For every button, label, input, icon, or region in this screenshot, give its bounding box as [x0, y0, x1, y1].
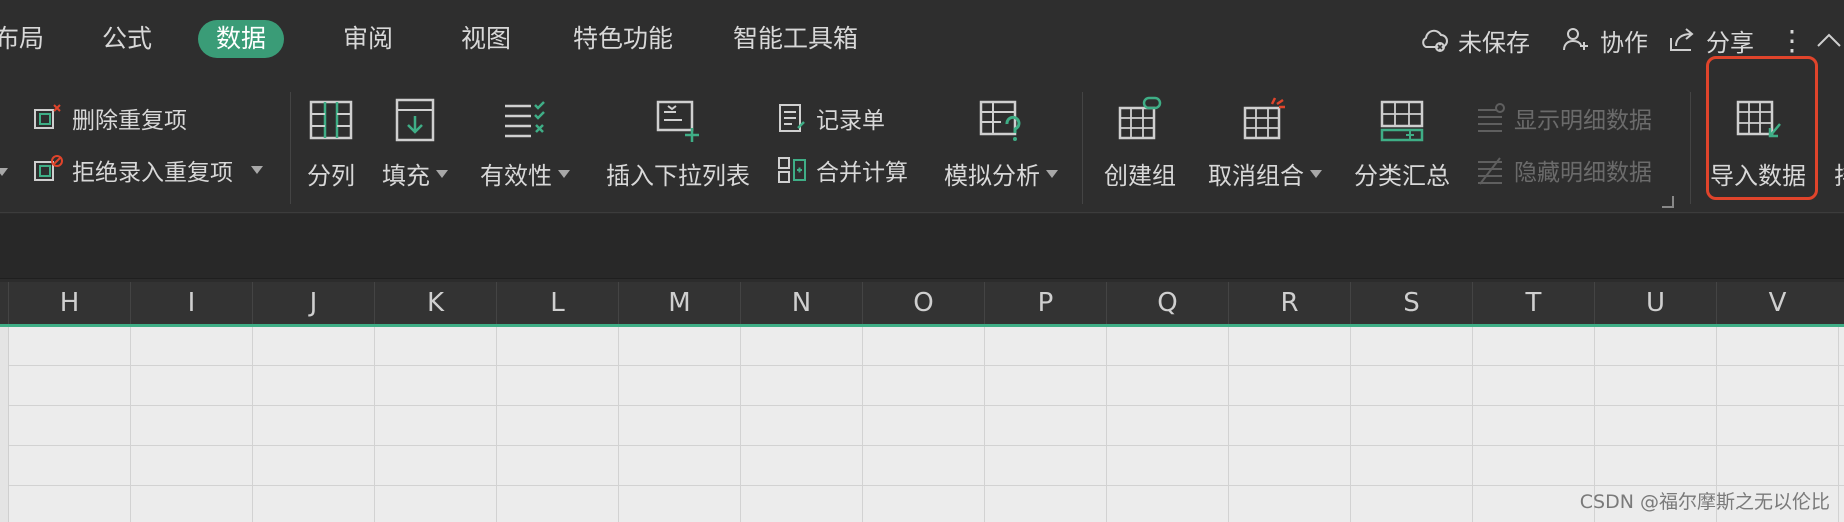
truncated-next-label: 排 — [1834, 156, 1844, 191]
tab-formula[interactable]: 公式 — [102, 20, 152, 58]
cell-grid[interactable] — [0, 327, 1844, 522]
ungroup-caret[interactable] — [1310, 169, 1322, 178]
subtotal-button[interactable]: 分类汇总 — [1354, 94, 1450, 204]
collaborate-label: 协作 — [1600, 28, 1648, 57]
reject-duplicates-label: 拒绝录入重复项 — [72, 160, 233, 186]
column-header-t[interactable]: T — [1472, 282, 1594, 324]
data-ribbon: 删除重复项 拒绝录入重复项 分列 填充 有效性 插入下拉列表 记录单 合并计算 … — [0, 82, 1844, 213]
tab-smart-toolbox[interactable]: 智能工具箱 — [733, 20, 858, 58]
column-header-k[interactable]: K — [374, 282, 496, 324]
column-header-p[interactable]: P — [984, 282, 1106, 324]
column-header-v[interactable]: V — [1716, 282, 1838, 324]
cloud-icon — [1422, 29, 1448, 52]
reject-duplicates-icon — [34, 155, 63, 181]
validity-label: 有效性 — [480, 162, 552, 190]
subtotal-icon — [1380, 100, 1424, 142]
tab-special-features[interactable]: 特色功能 — [573, 20, 673, 58]
ribbon-tab-bar: 布局 公式 数据 审阅 视图 特色功能 智能工具箱 未保存 协作 分享 ⋮ — [0, 0, 1844, 82]
consolidate-icon — [778, 157, 806, 183]
fill-label: 填充 — [382, 162, 430, 190]
column-header-m[interactable]: M — [618, 282, 740, 324]
split-column-icon — [309, 100, 353, 140]
create-group-button[interactable]: 创建组 — [1104, 94, 1176, 204]
show-detail-icon — [1478, 103, 1505, 132]
tab-review[interactable]: 审阅 — [343, 20, 393, 58]
hide-detail-button[interactable]: 隐藏明细数据 — [1474, 152, 1652, 188]
subtotal-label: 分类汇总 — [1354, 162, 1450, 190]
insert-dropdown-list-button[interactable]: 插入下拉列表 — [606, 94, 750, 204]
delete-duplicates-button[interactable]: 删除重复项 — [32, 100, 187, 136]
show-detail-label: 显示明细数据 — [1514, 108, 1652, 134]
fill-caret[interactable] — [436, 169, 448, 178]
column-header-u[interactable]: U — [1594, 282, 1716, 324]
share-label: 分享 — [1706, 28, 1754, 57]
ungroup-icon — [1243, 97, 1285, 140]
show-detail-button[interactable]: 显示明细数据 — [1474, 100, 1652, 136]
import-data-highlight — [1706, 56, 1818, 200]
group-launcher-icon[interactable] — [1662, 196, 1674, 208]
column-header-o[interactable]: O — [862, 282, 984, 324]
consolidate-label: 合并计算 — [816, 160, 908, 186]
fill-down-icon — [395, 98, 435, 142]
record-form-button[interactable]: 记录单 — [776, 100, 885, 136]
reject-duplicates-button[interactable]: 拒绝录入重复项 — [32, 152, 263, 188]
hide-detail-icon — [1478, 157, 1502, 185]
column-header-n[interactable]: N — [740, 282, 862, 324]
column-header-h[interactable]: H — [8, 282, 130, 324]
consolidate-button[interactable]: 合并计算 — [776, 152, 908, 188]
ungroup-button[interactable]: 取消组合 — [1208, 94, 1322, 204]
what-if-caret[interactable] — [1046, 169, 1058, 178]
share-button[interactable]: 分享 — [1666, 22, 1754, 58]
add-user-icon — [1563, 28, 1588, 51]
validity-button[interactable]: 有效性 — [480, 94, 570, 204]
split-column-button[interactable]: 分列 — [305, 94, 357, 204]
row-header-edge — [0, 327, 9, 522]
hide-detail-label: 隐藏明细数据 — [1514, 160, 1652, 186]
split-column-label: 分列 — [307, 162, 355, 190]
ribbon-separator — [1690, 92, 1691, 204]
column-header-s[interactable]: S — [1350, 282, 1472, 324]
collapse-ribbon-icon[interactable] — [1816, 30, 1842, 50]
reject-duplicates-caret[interactable] — [251, 166, 263, 174]
ribbon-separator — [290, 92, 291, 204]
create-group-label: 创建组 — [1104, 162, 1176, 190]
delete-duplicates-icon — [34, 104, 61, 129]
watermark: CSDN @福尔摩斯之无以伦比 — [1579, 491, 1830, 513]
column-header-j[interactable]: J — [252, 282, 374, 324]
what-if-analysis-button[interactable]: 模拟分析 — [944, 94, 1058, 204]
column-header-i[interactable]: I — [130, 282, 252, 324]
truncated-next-button[interactable]: 排 — [1834, 94, 1844, 204]
tab-data[interactable]: 数据 — [198, 20, 285, 58]
collaborate-button[interactable]: 协作 — [1560, 22, 1648, 58]
column-header-l[interactable]: L — [496, 282, 618, 324]
unsaved-label: 未保存 — [1458, 28, 1530, 57]
column-header-r[interactable]: R — [1228, 282, 1350, 324]
tab-layout[interactable]: 布局 — [0, 20, 44, 58]
ungroup-label: 取消组合 — [1208, 162, 1304, 190]
validity-icon — [505, 101, 545, 138]
create-group-icon — [1118, 96, 1162, 140]
fill-button[interactable]: 填充 — [382, 94, 448, 204]
insert-dropdown-label: 插入下拉列表 — [606, 162, 750, 190]
tab-view[interactable]: 视图 — [461, 20, 511, 58]
unsaved-status[interactable]: 未保存 — [1418, 22, 1530, 58]
ribbon-separator — [1082, 92, 1083, 204]
column-header-row: H I J K L M N O P Q R S T U V — [0, 282, 1844, 327]
delete-duplicates-label: 删除重复项 — [72, 108, 187, 134]
record-form-icon — [779, 104, 805, 132]
cut-dropdown-caret[interactable] — [0, 168, 8, 176]
record-form-label: 记录单 — [816, 108, 885, 134]
what-if-analysis-label: 模拟分析 — [944, 162, 1040, 190]
share-icon — [1670, 28, 1694, 51]
validity-caret[interactable] — [558, 169, 570, 178]
insert-dropdown-icon — [656, 100, 699, 142]
what-if-analysis-icon — [979, 100, 1021, 141]
formula-bar[interactable] — [0, 214, 1844, 279]
more-options-icon[interactable]: ⋮ — [1778, 22, 1806, 58]
column-header-q[interactable]: Q — [1106, 282, 1228, 324]
